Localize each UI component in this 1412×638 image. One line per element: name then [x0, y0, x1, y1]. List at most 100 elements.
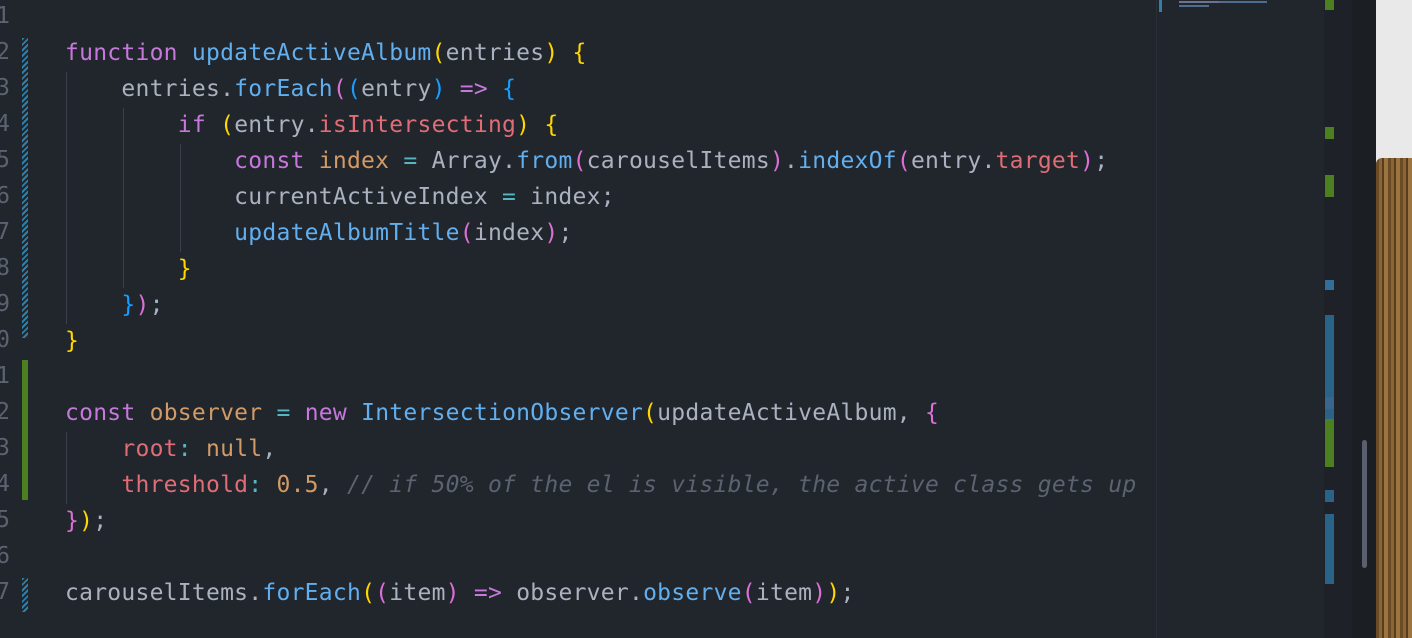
- code-token: // if 50% of the el is visible, the acti…: [346, 472, 1137, 498]
- code-token: updateActiveAlbum,: [657, 400, 926, 426]
- line-number: 7: [0, 219, 10, 245]
- indent-guide: [66, 72, 67, 324]
- code-token: ): [516, 112, 531, 138]
- code-token: 0.5: [276, 472, 319, 498]
- code-text: currentActiveIndex = index;: [65, 182, 615, 212]
- code-token: ;: [1094, 148, 1109, 174]
- code-token: (: [332, 76, 347, 102]
- code-text: });: [65, 506, 107, 536]
- line-number: 5: [0, 147, 10, 173]
- line-number: 1: [0, 363, 10, 389]
- code-line[interactable]: 4 if (entry.isIntersecting) {: [0, 108, 1156, 144]
- code-token: carouselItems.: [65, 580, 263, 606]
- code-line[interactable]: 6 currentActiveIndex = index;: [0, 180, 1156, 216]
- minimap-line: [1159, 0, 1162, 12]
- code-token: IntersectionObserver: [361, 400, 644, 426]
- code-token: entry.: [910, 148, 996, 174]
- code-token: ): [135, 292, 150, 318]
- code-token: =: [276, 400, 291, 426]
- scrollbar-thumb[interactable]: [1362, 440, 1367, 568]
- code-token: Array.: [417, 148, 517, 174]
- code-token: isIntersecting: [318, 112, 517, 138]
- line-number: 0: [0, 327, 10, 353]
- code-token: index: [318, 148, 390, 174]
- code-line[interactable]: 9 });: [0, 288, 1156, 324]
- code-token: function: [65, 40, 192, 66]
- code-token: ,: [262, 436, 277, 462]
- code-line[interactable]: 7 carouselItems.forEach((item) => observe…: [0, 576, 1156, 612]
- code-token: }: [177, 256, 192, 282]
- line-number: 5: [0, 507, 10, 533]
- vertical-scrollbar[interactable]: [1352, 0, 1376, 638]
- code-token: target: [995, 148, 1081, 174]
- code-token: ): [79, 508, 94, 534]
- code-line[interactable]: 1: [0, 360, 1156, 396]
- code-token: const: [234, 148, 319, 174]
- code-token: if: [177, 112, 206, 138]
- code-token: indexOf: [798, 148, 897, 174]
- code-token: updateAlbumTitle: [234, 220, 460, 246]
- code-line[interactable]: 4 threshold: 0.5, // if 50% of the el is…: [0, 468, 1156, 504]
- code-token: (: [431, 40, 446, 66]
- code-token: entry: [361, 76, 432, 102]
- code-token: index;: [516, 184, 615, 210]
- code-text: root: null,: [65, 434, 277, 464]
- code-text: threshold: 0.5, // if 50% of the el is v…: [65, 470, 1136, 500]
- code-token: carouselItems: [586, 148, 770, 174]
- code-token: forEach: [234, 76, 333, 102]
- code-token: =: [502, 184, 517, 210]
- line-number: 3: [0, 75, 10, 101]
- code-token: null: [206, 436, 263, 462]
- code-text: }: [65, 254, 192, 284]
- code-line[interactable]: 1: [0, 0, 1156, 36]
- code-line[interactable]: 0}: [0, 324, 1156, 360]
- code-token: {: [925, 400, 940, 426]
- minimap[interactable]: [1156, 0, 1325, 638]
- code-line[interactable]: 3 root: null,: [0, 432, 1156, 468]
- code-line[interactable]: 2 function updateActiveAlbum(entries) {: [0, 36, 1156, 72]
- code-line[interactable]: 5});: [0, 504, 1156, 540]
- code-token: forEach: [262, 580, 362, 606]
- indent-guide: [180, 144, 181, 252]
- code-text: updateAlbumTitle(index);: [65, 218, 573, 248]
- minimap-line: [1219, 1, 1267, 3]
- code-token: (: [643, 400, 658, 426]
- code-line[interactable]: 6: [0, 540, 1156, 576]
- indent-guide: [66, 432, 67, 504]
- code-token: index: [473, 220, 545, 246]
- overview-mark: [1325, 419, 1334, 467]
- code-token: const: [65, 400, 150, 426]
- overview-mark: [1325, 0, 1334, 10]
- git-gutter-marker: [22, 360, 28, 500]
- code-line[interactable]: 3 entries.forEach((entry) => {: [0, 72, 1156, 108]
- code-token: }: [65, 328, 80, 354]
- wood-texture-image: [1376, 158, 1412, 638]
- code-token: ): [769, 148, 785, 174]
- code-token: observer: [149, 400, 263, 426]
- overview-mark: [1325, 397, 1334, 409]
- code-text: const index = Array.from(carouselItems).…: [65, 146, 1108, 176]
- code-token: ): [445, 580, 460, 606]
- overview-mark: [1325, 315, 1334, 397]
- code-line[interactable]: 5 const index = Array.from(carouselItems…: [0, 144, 1156, 180]
- code-line[interactable]: 2 const observer = new IntersectionObserv…: [0, 396, 1156, 432]
- overview-mark: [1325, 490, 1334, 502]
- overview-ruler: [1324, 0, 1352, 638]
- code-line[interactable]: 7 updateAlbumTitle(index);: [0, 216, 1156, 252]
- overview-mark: [1325, 514, 1334, 584]
- code-line[interactable]: 8 }: [0, 252, 1156, 288]
- code-token: :: [248, 472, 263, 498]
- code-token: }: [65, 508, 80, 534]
- code-token: entry.: [234, 112, 319, 138]
- code-editor[interactable]: 1 2 function updateActiveAlbum(entries) {3…: [0, 0, 1156, 638]
